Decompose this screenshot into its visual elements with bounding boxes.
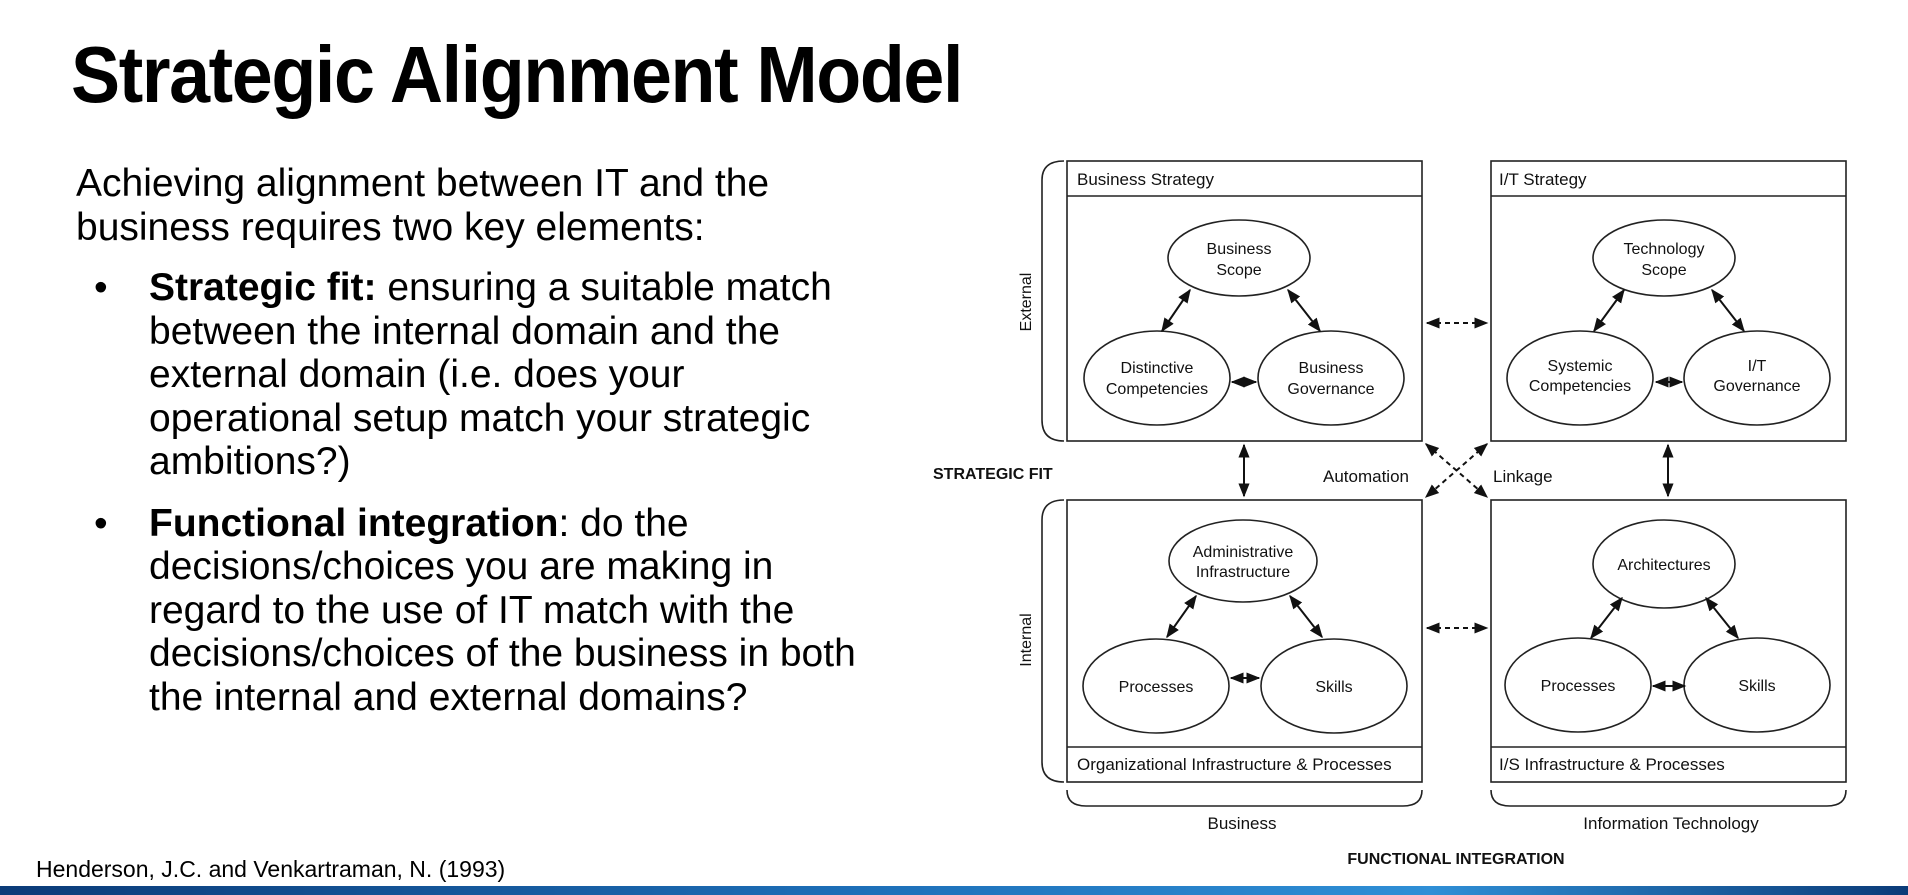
quadrant-label: Organizational Infrastructure & Processe…	[1077, 755, 1392, 774]
node-label: Governance	[1287, 381, 1374, 398]
link-arrow	[1287, 288, 1321, 333]
node-label: Architectures	[1617, 557, 1710, 574]
node-administrative-infrastructure	[1168, 519, 1318, 603]
node-label: Processes	[1541, 678, 1616, 695]
node-distinctive-competencies	[1083, 330, 1231, 426]
node-label: Systemic	[1548, 358, 1613, 375]
node-label: Governance	[1713, 378, 1800, 395]
information-technology-label: Information Technology	[1583, 814, 1759, 833]
node-business-governance	[1257, 330, 1405, 426]
node-label: I/T	[1748, 358, 1767, 375]
link-arrow	[1593, 288, 1625, 333]
link-arrow	[1705, 596, 1739, 640]
internal-brace	[1041, 499, 1065, 783]
business-brace	[1066, 789, 1423, 807]
node-label: Business	[1207, 241, 1272, 258]
link-arrow	[1161, 288, 1191, 333]
node-label: Scope	[1216, 262, 1261, 279]
node-label: Business	[1299, 360, 1364, 377]
bottom-accent-bar	[0, 886, 1908, 895]
node-label: Skills	[1738, 678, 1775, 695]
quadrant-label: I/S Infrastructure & Processes	[1499, 755, 1725, 774]
node-business-scope	[1167, 219, 1311, 297]
node-label: Skills	[1315, 679, 1352, 696]
strategic-alignment-diagram: Business Strategy Business Scope Distinc…	[933, 160, 1847, 868]
link-arrow	[1590, 596, 1623, 640]
quadrant-is-infrastructure: I/S Infrastructure & Processes Architect…	[1490, 499, 1847, 783]
link-arrow	[1289, 594, 1323, 639]
link-arrow	[1711, 288, 1745, 333]
quadrant-it-strategy: I/T Strategy Technology Scope Systemic C…	[1490, 160, 1847, 442]
quadrant-business-strategy: Business Strategy Business Scope Distinc…	[1066, 160, 1423, 442]
node-label: Technology	[1624, 241, 1705, 258]
node-label: Distinctive	[1121, 360, 1194, 377]
it-brace	[1490, 789, 1847, 807]
internal-label: Internal	[1018, 613, 1035, 666]
external-brace	[1041, 160, 1065, 442]
node-label: Processes	[1119, 679, 1194, 696]
node-technology-scope	[1592, 219, 1736, 297]
node-label: Administrative	[1193, 544, 1294, 561]
node-label: Scope	[1641, 262, 1686, 279]
node-label: Competencies	[1106, 381, 1208, 398]
automation-label: Automation	[1323, 467, 1409, 486]
linkage-label: Linkage	[1493, 467, 1553, 486]
quadrant-label: Business Strategy	[1077, 170, 1215, 189]
quadrant-label: I/T Strategy	[1499, 170, 1587, 189]
node-label: Competencies	[1529, 378, 1631, 395]
external-label: External	[1018, 273, 1035, 332]
functional-integration-label: FUNCTIONAL INTEGRATION	[1347, 851, 1564, 868]
link-arrow	[1166, 594, 1197, 639]
node-label: Infrastructure	[1196, 564, 1290, 581]
strategic-fit-label: STRATEGIC FIT	[933, 466, 1053, 483]
quadrant-organizational-infrastructure: Organizational Infrastructure & Processe…	[1066, 499, 1423, 783]
business-label: Business	[1208, 814, 1277, 833]
